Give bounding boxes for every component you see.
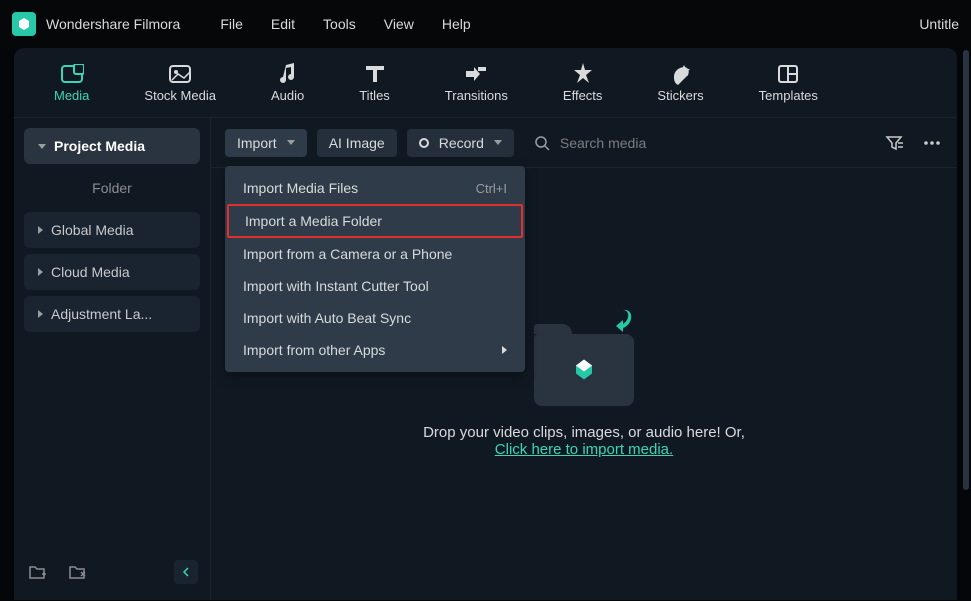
tab-label: Titles [359, 88, 390, 103]
tab-stickers[interactable]: Stickers [657, 62, 703, 103]
tab-label: Media [54, 88, 89, 103]
tab-label: Stickers [657, 88, 703, 103]
sidebar-item-label: Cloud Media [51, 264, 130, 280]
stickers-icon [669, 62, 693, 86]
collapse-sidebar-button[interactable] [174, 560, 198, 584]
app-logo-icon [12, 12, 36, 36]
sidebar-folder-heading: Folder [24, 170, 200, 206]
drop-text-label: Drop your video clips, images, or audio … [423, 424, 745, 441]
remove-folder-icon[interactable] [66, 561, 88, 583]
tab-label: Transitions [445, 88, 508, 103]
chevron-down-icon [38, 144, 46, 149]
scrollbar[interactable] [963, 0, 969, 601]
toolbar: Import AI Image Record [211, 118, 957, 168]
tab-transitions[interactable]: Transitions [445, 62, 508, 103]
sidebar-cloud-media[interactable]: Cloud Media [24, 254, 200, 290]
stock-media-icon [168, 62, 192, 86]
transitions-icon [464, 62, 488, 86]
tab-label: Templates [759, 88, 818, 103]
sidebar: Project Media Folder Global Media Cloud … [14, 118, 211, 600]
chevron-down-icon [494, 140, 502, 145]
chevron-down-icon [287, 140, 295, 145]
import-label: Import [237, 135, 277, 151]
sidebar-item-label: Global Media [51, 222, 134, 238]
search-icon [534, 135, 550, 151]
search-input[interactable] [560, 135, 760, 151]
more-options-icon[interactable] [921, 132, 943, 154]
filter-icon[interactable] [883, 132, 905, 154]
content-wrap: Project Media Folder Global Media Cloud … [14, 118, 957, 600]
drop-text: Drop your video clips, images, or audio … [423, 424, 745, 458]
tab-templates[interactable]: Templates [759, 62, 818, 103]
drop-folder-icon [524, 310, 644, 406]
tab-effects[interactable]: Effects [563, 62, 603, 103]
menu-view[interactable]: View [384, 16, 414, 32]
import-button[interactable]: Import [225, 129, 307, 157]
effects-icon [571, 62, 595, 86]
record-icon [419, 138, 429, 148]
titlebar: Wondershare Filmora File Edit Tools View… [0, 0, 971, 48]
chevron-right-icon [38, 268, 43, 276]
tabs-bar: Media Stock Media Audio Titles Transitio… [14, 48, 957, 118]
titles-icon [363, 62, 387, 86]
menu-item-label: Import with Instant Cutter Tool [243, 278, 429, 294]
tab-label: Effects [563, 88, 603, 103]
menu-help[interactable]: Help [442, 16, 471, 32]
record-button[interactable]: Record [407, 129, 514, 157]
chevron-right-icon [38, 226, 43, 234]
menu-import-media-files[interactable]: Import Media Files Ctrl+I [225, 172, 525, 204]
menu-item-label: Import from a Camera or a Phone [243, 246, 452, 262]
main-panel: Import AI Image Record [211, 118, 957, 600]
media-icon [60, 62, 84, 86]
sidebar-global-media[interactable]: Global Media [24, 212, 200, 248]
ai-image-label: AI Image [329, 135, 385, 151]
menu-item-label: Import from other Apps [243, 342, 385, 358]
scrollbar-thumb[interactable] [963, 50, 969, 490]
menu-import-auto-beat-sync[interactable]: Import with Auto Beat Sync [225, 302, 525, 334]
menu-import-instant-cutter[interactable]: Import with Instant Cutter Tool [225, 270, 525, 302]
tab-label: Audio [271, 88, 304, 103]
menu-item-label: Import Media Files [243, 180, 358, 196]
sidebar-bottom [24, 554, 200, 590]
tab-label: Stock Media [144, 88, 216, 103]
toolbar-right [883, 132, 943, 154]
import-dropdown: Import Media Files Ctrl+I Import a Media… [225, 166, 525, 372]
tab-media[interactable]: Media [54, 62, 89, 103]
tab-stock-media[interactable]: Stock Media [144, 62, 216, 103]
record-label: Record [439, 135, 484, 151]
audio-icon [276, 62, 300, 86]
menu-import-media-folder[interactable]: Import a Media Folder [227, 204, 523, 238]
window-title: Untitle [919, 16, 959, 32]
chevron-right-icon [38, 310, 43, 318]
menu-import-other-apps[interactable]: Import from other Apps [225, 334, 525, 366]
sidebar-adjustment-layers[interactable]: Adjustment La... [24, 296, 200, 332]
menu-import-camera-phone[interactable]: Import from a Camera or a Phone [225, 238, 525, 270]
menu-tools[interactable]: Tools [323, 16, 356, 32]
ai-image-button[interactable]: AI Image [317, 129, 397, 157]
add-folder-icon[interactable] [26, 561, 48, 583]
import-link[interactable]: Click here to import media. [495, 441, 673, 458]
menu-edit[interactable]: Edit [271, 16, 295, 32]
menu-file[interactable]: File [220, 16, 243, 32]
search-wrap [534, 135, 873, 151]
main-content: Media Stock Media Audio Titles Transitio… [14, 48, 957, 600]
templates-icon [776, 62, 800, 86]
sidebar-project-media[interactable]: Project Media [24, 128, 200, 164]
menubar: File Edit Tools View Help [220, 16, 470, 32]
sidebar-item-label: Project Media [54, 138, 145, 154]
submenu-arrow-icon [502, 346, 507, 354]
sidebar-item-label: Folder [92, 180, 132, 196]
tab-titles[interactable]: Titles [359, 62, 390, 103]
app-name: Wondershare Filmora [46, 16, 180, 32]
menu-item-label: Import with Auto Beat Sync [243, 310, 411, 326]
tab-audio[interactable]: Audio [271, 62, 304, 103]
sidebar-item-label: Adjustment La... [51, 306, 152, 322]
menu-shortcut: Ctrl+I [476, 181, 507, 196]
menu-item-label: Import a Media Folder [245, 213, 382, 229]
